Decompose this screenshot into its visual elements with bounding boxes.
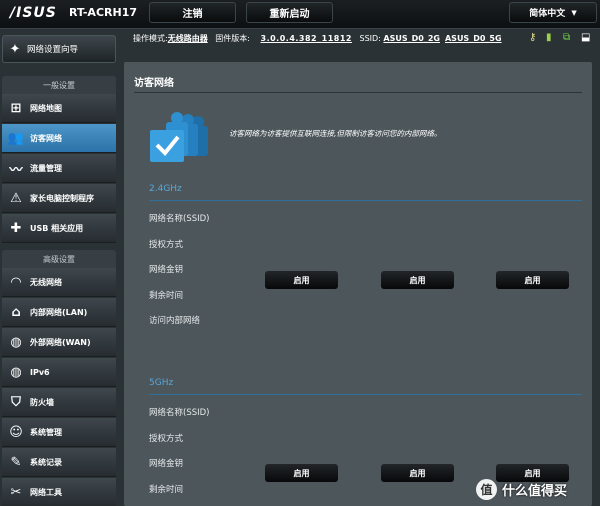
status-line: 操作模式:无线路由器 固件版本: 3.0.0.4.382_11812 SSID:…	[133, 33, 507, 44]
sidebar-item-label: USB 相关应用	[30, 223, 84, 233]
band-5-title: 5GHz	[149, 378, 174, 388]
sidebar-item-label: 流量管理	[30, 163, 62, 173]
puzzle-icon: ✚	[10, 220, 22, 236]
watermark-text: 什么值得买	[502, 483, 568, 499]
field-label: 授权方式	[149, 239, 184, 250]
sidebar-item-2[interactable]: 〰流量管理	[2, 154, 116, 183]
wireless-status-icon[interactable]: ▮	[546, 31, 552, 45]
band-24-divider	[149, 200, 582, 201]
asus-logo[interactable]: /ISUS	[10, 5, 57, 21]
sidebar-item-2[interactable]: ◍ 外部网络(WAN)	[2, 328, 116, 357]
main-panel: 访客网络 访客网络为访客提供互联网连接,但限制访客访问您的内部网络。 2.4GH…	[124, 62, 592, 506]
advanced-section-header: 高级设置	[2, 250, 116, 268]
watermark-logo: 值	[476, 478, 497, 500]
sidebar-item-7[interactable]: ✂ 网络工具	[2, 478, 116, 506]
mode-label: 操作模式:	[133, 34, 168, 43]
network-map-icon: ⊞	[10, 100, 22, 116]
sidebar-item-4[interactable]: ⛉ 防火墙	[2, 388, 116, 417]
general-section-header: 一般设置	[2, 76, 116, 94]
ssid-label: SSID:	[359, 34, 381, 43]
enable-button[interactable]: 启用	[265, 464, 338, 482]
field-label: 网络金钥	[149, 265, 184, 275]
home-icon: ⌂	[11, 304, 21, 320]
field-label: 网络名称(SSID)	[149, 214, 210, 224]
field-label: 剩余时间	[149, 484, 184, 495]
enable-button[interactable]: 启用	[496, 271, 569, 289]
logout-button[interactable]: 注销	[149, 2, 236, 23]
ssid-5g[interactable]: ASUS_D0_5G	[445, 34, 502, 43]
wand-icon: ✦	[9, 41, 21, 57]
language-value: 简体中文	[529, 9, 566, 19]
title-divider	[134, 92, 582, 93]
top-bar: /ISUS RT-ACRH17 注销 重新启动 简体中文 ▼	[0, 0, 600, 29]
enable-button[interactable]: 启用	[381, 271, 454, 289]
sidebar-item-4[interactable]: ✚ USB 相关应用	[2, 214, 116, 243]
field-label: 剩余时间	[149, 290, 184, 301]
language-select[interactable]: 简体中文 ▼	[509, 2, 597, 23]
sidebar-item-label: 访客网络	[30, 133, 62, 143]
sidebar-item-label: 系统管理	[30, 427, 62, 437]
sidebar-item-label: IPv6	[30, 367, 50, 377]
admin-icon: ☺	[9, 424, 23, 440]
sidebar-item-1[interactable]: 👥 访客网络	[2, 124, 116, 153]
page-title: 访客网络	[134, 78, 174, 89]
log-icon: ✎	[10, 454, 22, 470]
enable-button[interactable]: 启用	[265, 271, 338, 289]
reboot-button[interactable]: 重新启动	[246, 2, 333, 23]
guest-network-icon: 👥	[7, 130, 25, 146]
parental-control-icon: ⚠	[10, 190, 22, 206]
sidebar-item-label: 内部网络(LAN)	[30, 307, 88, 317]
chevron-down-icon: ▼	[571, 8, 577, 17]
page-description: 访客网络为访客提供互联网连接,但限制访客访问您的内部网络。	[229, 129, 442, 138]
traffic-icon: 〰	[9, 162, 23, 178]
sidebar-item-3[interactable]: ⚠ 家长电脑控制程序	[2, 184, 116, 213]
sidebar-item-label: 网络工具	[30, 487, 62, 497]
sidebar-item-6[interactable]: ✎ 系统记录	[2, 448, 116, 477]
sidebar-item-0[interactable]: ◠ 无线网络	[2, 268, 116, 297]
mode-value[interactable]: 无线路由器	[168, 34, 208, 43]
band-5-divider	[149, 394, 582, 395]
sidebar-item-label: 系统记录	[30, 457, 62, 467]
ssid-2g[interactable]: ASUS_D0_2G	[383, 34, 440, 43]
sidebar-item-1[interactable]: ⌂ 内部网络(LAN)	[2, 298, 116, 327]
sidebar-item-label: 家长电脑控制程序	[30, 193, 94, 203]
sidebar-item-label: 网络地图	[30, 103, 62, 113]
sidebar-item-label: 外部网络(WAN)	[30, 337, 91, 347]
sidebar-item-3[interactable]: ◍ IPv6	[2, 358, 116, 387]
ipv6-globe-icon: ◍	[10, 364, 22, 380]
wifi-icon: ◠	[11, 274, 21, 290]
watermark: 值 什么值得买	[476, 476, 600, 502]
field-label: 授权方式	[149, 433, 184, 444]
model-name: RT-ACRH17	[69, 6, 137, 19]
sidebar-item-label: 无线网络	[30, 277, 62, 287]
usb-status-icon[interactable]: ⬓	[581, 31, 590, 45]
fw-label: 固件版本:	[215, 34, 250, 43]
sidebar-item-label: 防火墙	[30, 397, 54, 407]
enable-button[interactable]: 启用	[381, 464, 454, 482]
sidebar: ✦ 网络设置向导 一般设置 ⊞ 网络地图 👥 访客网络〰流量管理 ⚠ 家长电脑控制程序 ✚ U…	[0, 29, 118, 506]
quick-setup-label: 网络设置向导	[27, 45, 79, 55]
status-icons: ⚷ ▮ ⧉ ⬓	[529, 31, 599, 45]
field-label: 网络金钥	[149, 459, 184, 469]
quick-setup-button[interactable]: ✦ 网络设置向导	[2, 35, 116, 63]
firmware-version[interactable]: 3.0.0.4.382_11812	[261, 34, 352, 43]
field-label: 访问内部网络	[149, 316, 201, 326]
shield-icon: ⛉	[11, 394, 21, 410]
key-icon[interactable]: ⚷	[529, 31, 536, 45]
connection-icon[interactable]: ⧉	[563, 31, 570, 45]
globe-icon: ◍	[10, 334, 22, 350]
band-24-title: 2.4GHz	[149, 184, 182, 194]
guest-network-icon	[150, 112, 208, 162]
tools-icon: ✂	[10, 484, 22, 500]
sidebar-item-5[interactable]: ☺ 系统管理	[2, 418, 116, 447]
field-label: 网络名称(SSID)	[149, 408, 210, 418]
sidebar-item-0[interactable]: ⊞ 网络地图	[2, 94, 116, 123]
